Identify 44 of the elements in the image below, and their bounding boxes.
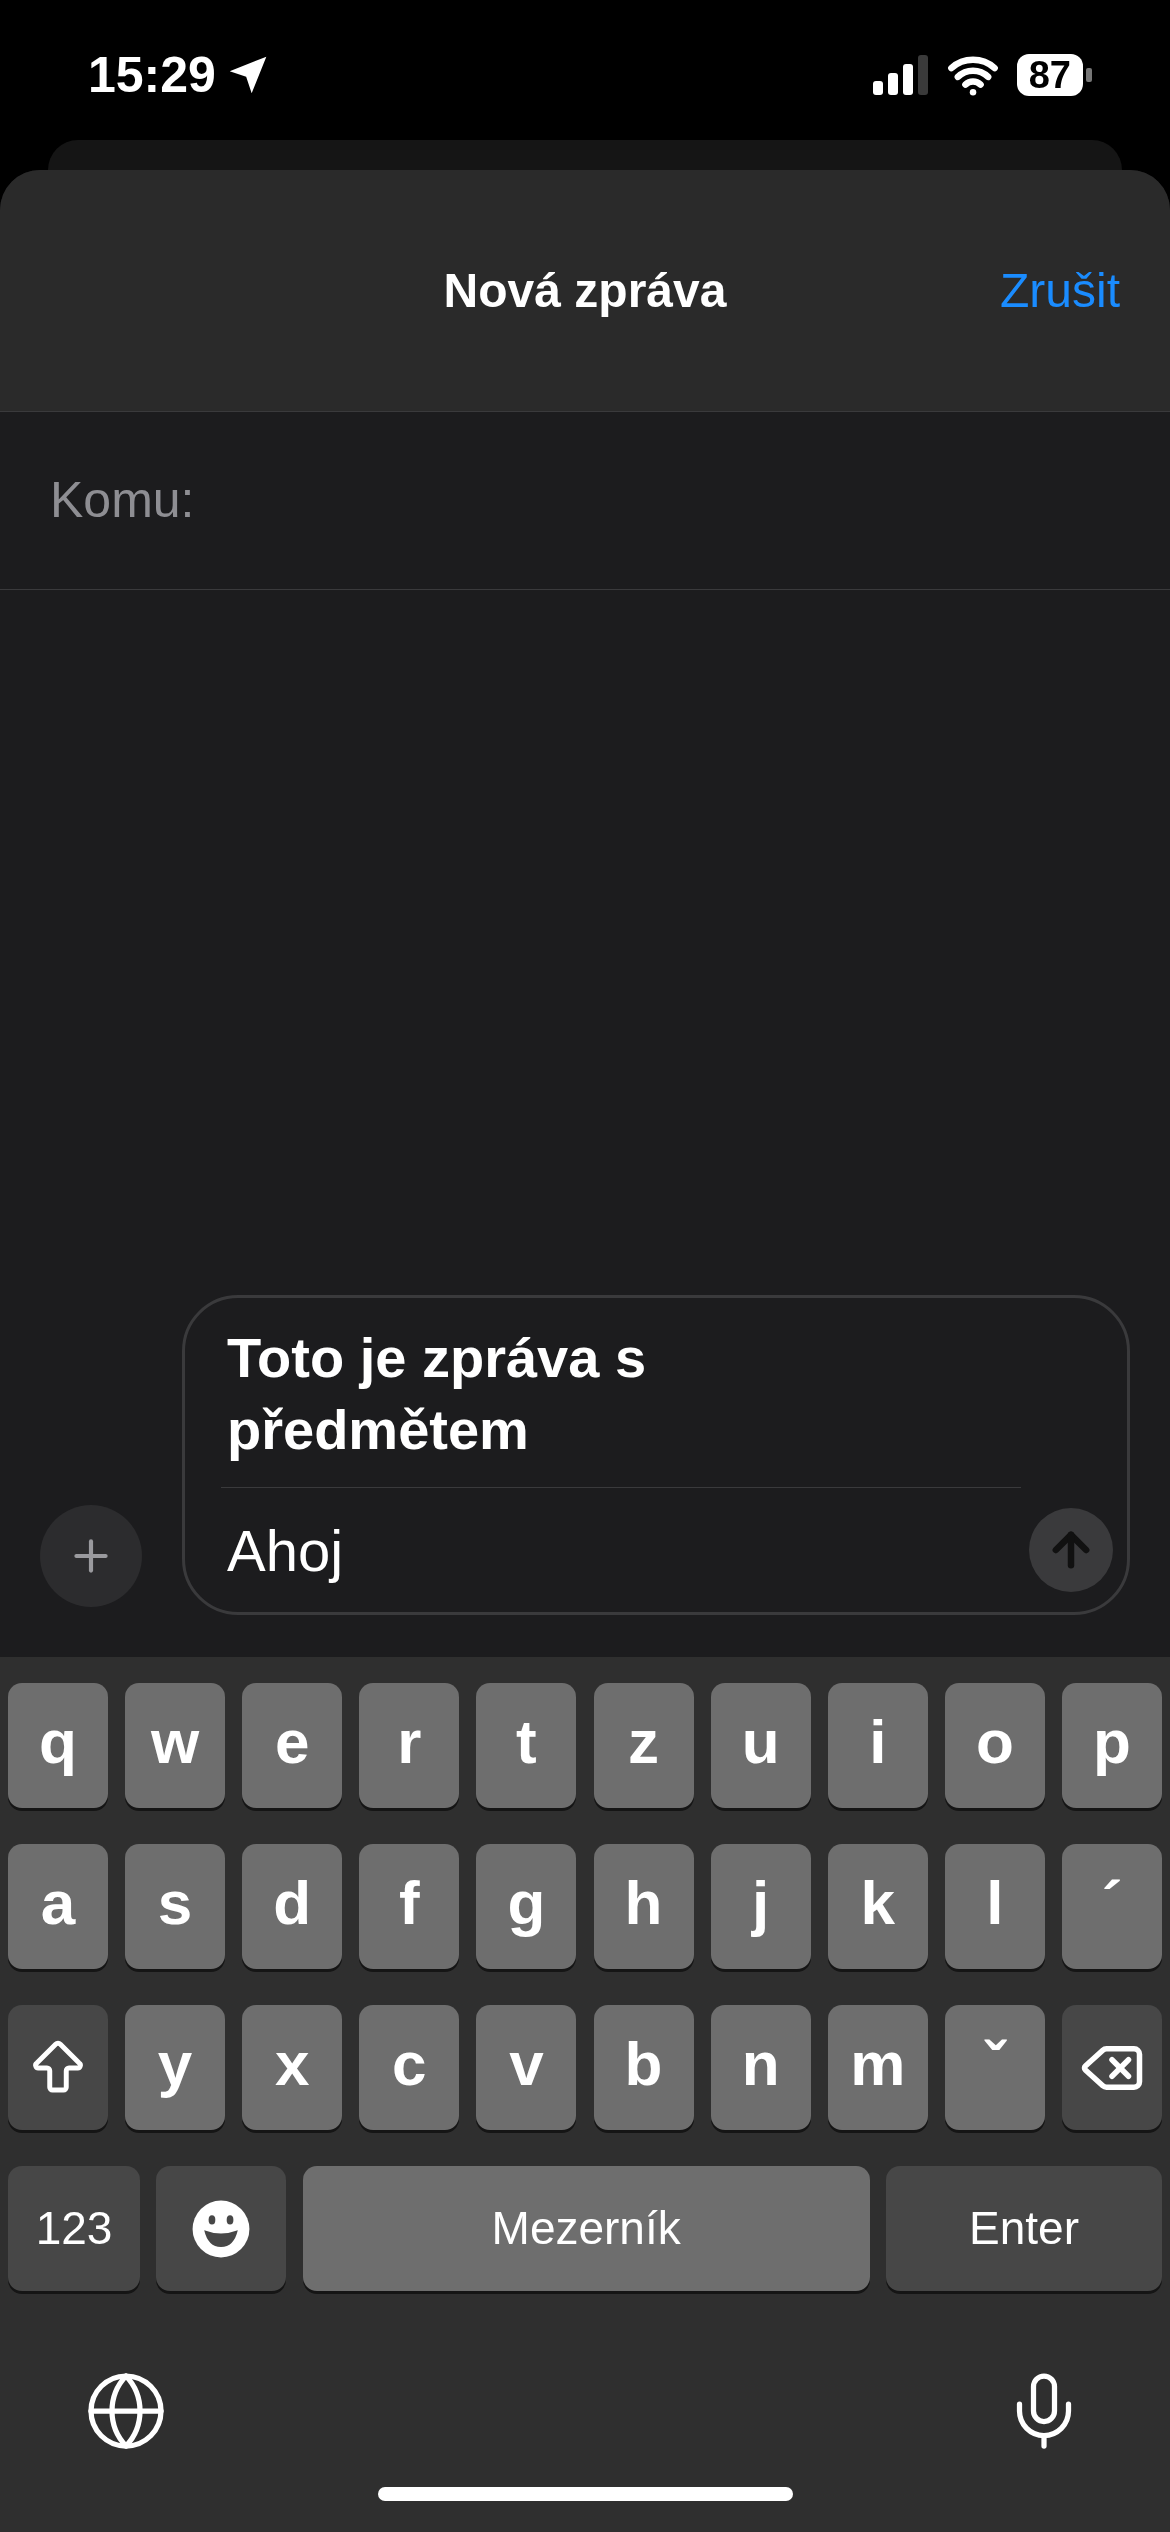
keyboard-key[interactable]: x (242, 2005, 343, 2130)
battery-cap-icon (1086, 68, 1092, 82)
keyboard-key[interactable]: f (359, 1844, 460, 1969)
message-text: Ahoj (227, 1516, 344, 1585)
subject-text: Toto je zpráva s předmětem (227, 1325, 648, 1463)
shift-key[interactable] (8, 2005, 108, 2130)
keyboard-key[interactable]: u (710, 1683, 811, 1808)
message-field[interactable]: Toto je zpráva s předmětem Ahoj (182, 1295, 1130, 1615)
recipient-label: Komu: (50, 471, 195, 530)
keyboard-key[interactable]: p (1062, 1683, 1162, 1808)
keyboard-key[interactable]: h (593, 1844, 694, 1969)
keyboard-key[interactable]: s (125, 1844, 226, 1969)
keyboard-key[interactable]: v (476, 2005, 577, 2130)
keyboard-key[interactable]: y (125, 2005, 226, 2130)
keyboard-key[interactable]: l (944, 1844, 1045, 1969)
keyboard-key[interactable]: t (476, 1683, 577, 1808)
keyboard-key[interactable]: e (242, 1683, 343, 1808)
keyboard-key[interactable]: k (827, 1844, 928, 1969)
sheet-title: Nová zpráva (443, 262, 727, 319)
keyboard-key[interactable]: d (242, 1844, 343, 1969)
battery-level: 87 (1016, 54, 1083, 96)
space-key[interactable]: Mezerník (302, 2166, 870, 2291)
keyboard-key[interactable]: c (359, 2005, 460, 2130)
emoji-key[interactable] (156, 2166, 287, 2291)
keyboard-key[interactable]: w (125, 1683, 226, 1808)
keyboard-key[interactable]: g (476, 1844, 577, 1969)
signal-icon (872, 55, 929, 95)
keyboard-key[interactable]: j (710, 1844, 811, 1969)
keyboard-key[interactable]: ´ (1062, 1844, 1162, 1969)
backspace-key[interactable] (1062, 2005, 1162, 2130)
status-time: 15:29 (88, 45, 216, 105)
keyboard-key[interactable]: i (827, 1683, 928, 1808)
return-key[interactable]: Enter (886, 2166, 1162, 2291)
keyboard-key[interactable]: m (827, 2005, 928, 2130)
keyboard-key[interactable]: n (710, 2005, 811, 2130)
keyboard-key[interactable]: r (359, 1683, 460, 1808)
numbers-key[interactable]: 123 (8, 2166, 140, 2291)
keyboard-key[interactable]: z (593, 1683, 694, 1808)
keyboard-key[interactable]: q (8, 1683, 108, 1808)
keyboard-key[interactable]: a (8, 1844, 108, 1969)
keyboard-key[interactable]: b (593, 2005, 694, 2130)
keyboard-key[interactable]: ˇ (944, 2005, 1045, 2130)
keyboard-key[interactable]: o (944, 1683, 1045, 1808)
cancel-button[interactable]: Zrušit (1000, 254, 1120, 327)
